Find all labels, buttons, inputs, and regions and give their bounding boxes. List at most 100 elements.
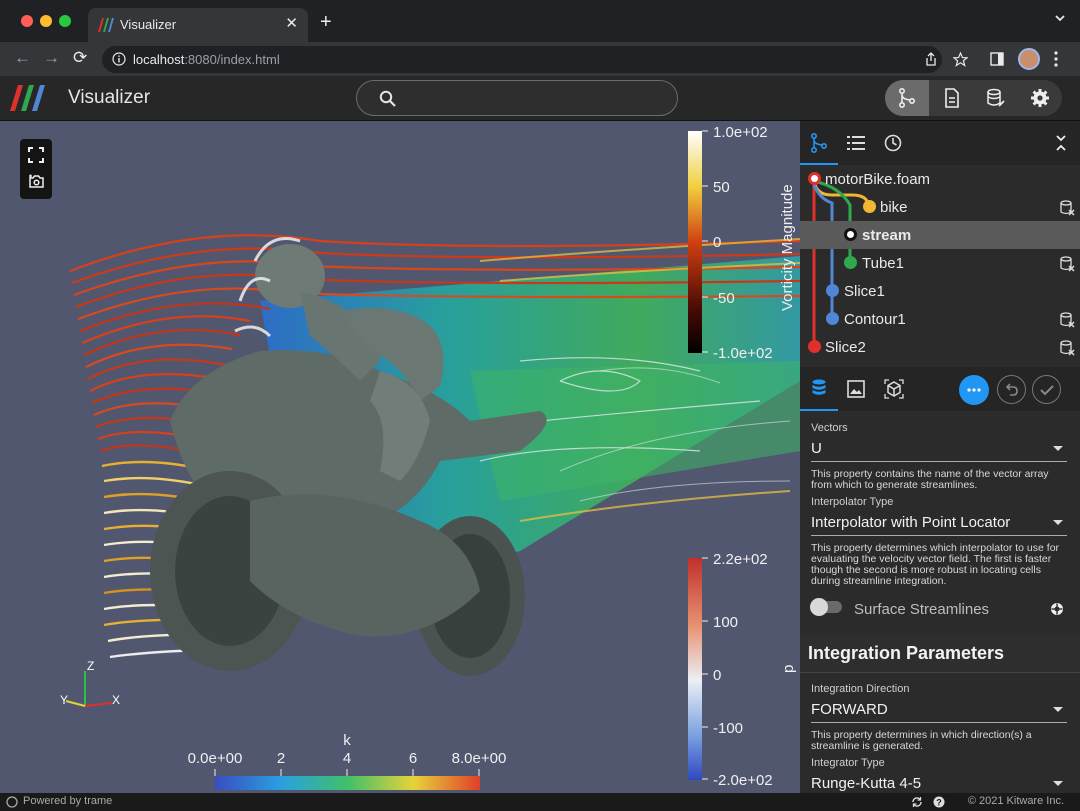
forward-button[interactable]: → (43, 48, 60, 68)
pipeline-item-bike[interactable]: bike (800, 193, 1080, 221)
database-icon (987, 88, 1005, 107)
app-header: Visualizer (0, 76, 1080, 121)
database-icon (812, 379, 826, 395)
k-tick-label: 2 (277, 750, 285, 767)
url-text: localhost:8080/index.html (133, 52, 280, 67)
apply-button[interactable] (1032, 375, 1061, 404)
integrator-select[interactable]: Runge-Kutta 4-5 (811, 771, 1067, 793)
vectors-select[interactable]: U (811, 436, 1067, 462)
zoom-window-button[interactable] (59, 15, 71, 27)
check-icon (1040, 385, 1054, 396)
dropdown-arrow-icon (1053, 520, 1063, 525)
pipeline-item-label: Contour1 (844, 311, 906, 328)
bookmark-star-icon[interactable] (953, 52, 968, 67)
reload-button[interactable]: ⟳ (73, 48, 87, 68)
pipeline-item-motorbike[interactable]: motorBike.foam (800, 165, 1080, 193)
direction-help: This property determines in which direct… (811, 729, 1032, 752)
pipeline-node-dot[interactable] (808, 340, 821, 353)
pipeline-node-dot[interactable] (808, 172, 821, 185)
screenshot-camera-icon[interactable] (28, 174, 45, 189)
app-title: Visualizer (68, 87, 151, 108)
pipeline-node-dot[interactable] (844, 228, 857, 241)
data-button[interactable] (974, 80, 1018, 116)
render-viewport[interactable]: 1.0e+02 50 0 -50 -1.0e+02 Vorticity Magn… (0, 121, 800, 793)
direction-select[interactable]: FORWARD (811, 697, 1067, 723)
axis-y-label: Y (60, 693, 68, 707)
tab-cube-icon[interactable] (884, 379, 904, 399)
more-options-button[interactable] (959, 375, 989, 405)
pipeline-node-dot[interactable] (826, 284, 839, 297)
hide-dataset-icon[interactable] (1059, 312, 1075, 328)
copyright-text: © 2021 Kitware Inc. (967, 795, 1064, 807)
hide-dataset-icon[interactable] (1059, 340, 1075, 356)
pipeline-item-slice2[interactable]: Slice2 (800, 333, 1080, 361)
pressure-ticks (702, 557, 708, 780)
help-lifebuoy-icon[interactable] (1050, 602, 1064, 616)
browser-tab-bar: Visualizer ✕ + (0, 0, 1080, 42)
pipeline-node-dot[interactable] (844, 256, 857, 269)
browser-tab[interactable]: Visualizer ✕ (88, 8, 308, 42)
search-input[interactable] (356, 80, 678, 116)
pipeline-item-contour1[interactable]: Contour1 (800, 305, 1080, 333)
pipeline-item-label: Tube1 (862, 255, 904, 272)
reset-button[interactable] (997, 375, 1026, 404)
vorticity-tick-label: -50 (713, 290, 735, 307)
hide-dataset-icon[interactable] (1059, 256, 1075, 272)
pipeline-view-button[interactable] (885, 80, 929, 116)
settings-button[interactable] (1018, 80, 1062, 116)
help-icon[interactable]: ? (933, 796, 945, 808)
powered-by-text: Powered by trame (23, 795, 113, 807)
pipeline-node-dot[interactable] (826, 312, 839, 325)
back-button[interactable]: ← (14, 48, 31, 68)
vorticity-tick-label: 50 (713, 179, 730, 196)
toggle-thumb (810, 598, 828, 616)
header-toolbar (885, 80, 1062, 116)
tab-pipeline[interactable] (800, 121, 838, 165)
file-button[interactable] (930, 80, 974, 116)
side-panel: motorBike.foam bike stream Tube1 Slice1 … (800, 121, 1080, 793)
tab-search-chevron-icon[interactable] (1054, 12, 1066, 24)
vorticity-tick-label: 1.0e+02 (713, 124, 768, 141)
direction-value: FORWARD (811, 701, 888, 718)
tab-title: Visualizer (120, 17, 177, 32)
address-bar[interactable]: localhost:8080/index.html (102, 46, 968, 73)
pipeline-item-tube1[interactable]: Tube1 (800, 249, 1080, 277)
k-colorbar-title: k (343, 732, 351, 749)
fullscreen-icon[interactable] (28, 147, 44, 163)
pipeline-item-label: motorBike.foam (825, 171, 931, 188)
interpolator-help: This property determines which interpola… (811, 542, 1060, 587)
panel-tabs (800, 121, 1080, 165)
pipeline-icon (811, 133, 828, 153)
close-window-button[interactable] (21, 15, 33, 27)
vectors-label: Vectors (811, 422, 848, 434)
share-icon[interactable] (924, 52, 938, 67)
pipeline-item-slice1[interactable]: Slice1 (800, 277, 1080, 305)
info-icon[interactable] (112, 52, 126, 66)
sync-icon[interactable] (911, 796, 923, 808)
new-tab-button[interactable]: + (320, 11, 332, 34)
interpolator-select[interactable]: Interpolator with Point Locator (811, 510, 1067, 536)
pressure-tick-label: -2.0e+02 (713, 772, 773, 789)
pipeline-item-label: Slice2 (825, 339, 866, 356)
integration-section-header[interactable]: Integration Parameters (800, 633, 1080, 673)
close-tab-icon[interactable]: ✕ (285, 14, 298, 32)
browser-menu-icon[interactable] (1053, 51, 1059, 67)
k-tick-label: 4 (343, 750, 351, 767)
side-panel-icon[interactable] (990, 52, 1004, 66)
pipeline-item-stream[interactable]: stream (800, 221, 1080, 249)
minimize-window-button[interactable] (40, 15, 52, 27)
document-icon (945, 88, 959, 108)
pipeline-node-dot[interactable] (863, 200, 876, 213)
tab-list-icon[interactable] (847, 135, 865, 151)
surface-streamlines-toggle[interactable] (810, 598, 842, 616)
collapse-panel-icon[interactable] (1054, 134, 1068, 152)
tab-history-clock-icon[interactable] (884, 134, 902, 152)
pipeline-icon (899, 88, 916, 108)
tab-data-properties[interactable] (800, 367, 838, 411)
dropdown-arrow-icon (1053, 781, 1063, 786)
k-tick-label: 0.0e+00 (188, 750, 243, 767)
pressure-colorbar-title: p (780, 665, 797, 673)
hide-dataset-icon[interactable] (1059, 200, 1075, 216)
profile-avatar[interactable] (1018, 48, 1040, 70)
tab-image-icon[interactable] (847, 380, 865, 398)
